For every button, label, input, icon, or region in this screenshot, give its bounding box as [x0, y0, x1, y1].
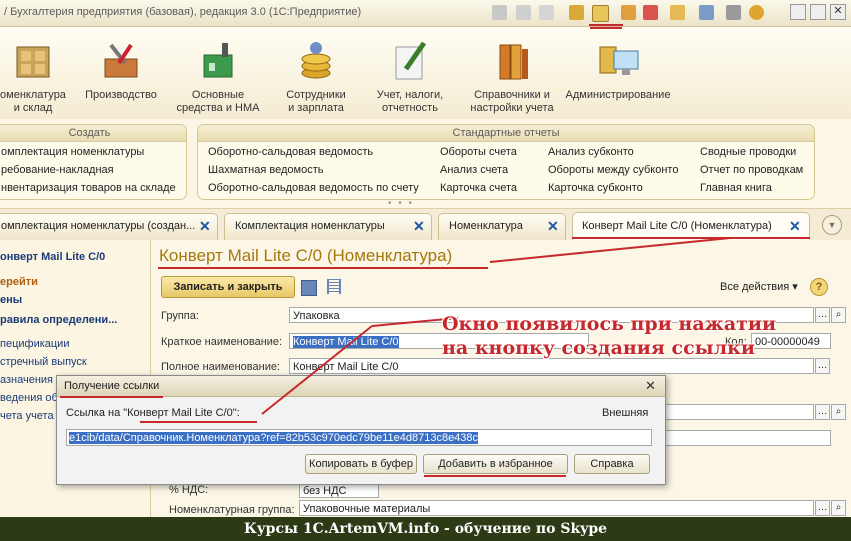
annotation-overlay [60, 27, 810, 477]
arrow-line [261, 325, 373, 415]
arrow-line [489, 237, 731, 263]
annotation-text: Окно появилось при нажатии на кнопку соз… [442, 313, 777, 359]
course-banner: Курсы 1С.ArtemVM.info - обучение по Skyp… [0, 517, 851, 541]
